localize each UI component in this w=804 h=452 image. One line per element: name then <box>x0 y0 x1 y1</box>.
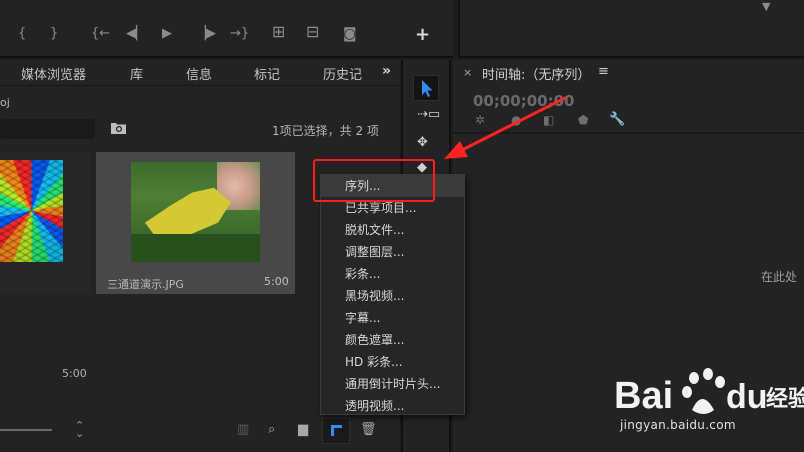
tab-history[interactable]: 历史记 <box>323 64 362 83</box>
new-item-context-menu: 序列... 已共享项目... 脱机文件... 调整图层... 彩条... 黑场视… <box>320 174 465 415</box>
source-monitor-controls: { } {← ◀▏ ▶ ▕▶ →} ⊞ ⊟ ◙ + <box>0 0 453 58</box>
panel-menu-icon[interactable]: ≡ <box>598 64 609 79</box>
item-duration: 5:00 <box>264 275 289 288</box>
marker-icon[interactable]: ⬟ <box>578 113 588 127</box>
svg-text:Bai: Bai <box>614 375 673 417</box>
panel-tabs: 媒体浏览器 库 信息 标记 历史记 » <box>0 60 400 86</box>
play-icon[interactable]: ▶ <box>162 26 172 42</box>
menu-item-hd-bars[interactable]: HD 彩条... <box>321 351 464 373</box>
mark-out-icon[interactable]: } <box>50 26 58 42</box>
tabs-overflow-icon[interactable]: » <box>382 63 391 79</box>
mark-in-icon[interactable]: { <box>18 26 26 42</box>
insert-icon[interactable]: ⊞ <box>272 24 285 40</box>
item-duration: 5:00 <box>62 367 87 380</box>
close-icon[interactable]: × <box>463 66 472 79</box>
chevron-down-icon[interactable]: ▼ <box>762 0 770 13</box>
project-name: oj <box>0 96 10 109</box>
find-icon[interactable]: ⌕ <box>268 422 275 437</box>
annotation-highlight-box <box>313 159 435 202</box>
menu-item-transparent-video[interactable]: 透明视频... <box>321 395 464 417</box>
item-name: 三通道演示.JPG <box>107 278 184 291</box>
drop-hint: 在此处 <box>761 270 798 284</box>
selection-status: 1项已选择，共 2 项 <box>272 124 379 138</box>
step-back-icon[interactable]: ◀▏ <box>126 26 146 42</box>
tab-markers[interactable]: 标记 <box>254 64 280 83</box>
watermark-url: jingyan.baidu.com <box>620 418 736 432</box>
timeline-title: 时间轴:（无序列） <box>482 68 591 83</box>
new-item-button[interactable] <box>322 418 350 444</box>
thumbnail-image <box>131 162 260 262</box>
menu-item-countdown-leader[interactable]: 通用倒计时片头... <box>321 373 464 395</box>
ripple-edit-tool-icon[interactable]: ✥ <box>417 135 428 150</box>
step-forward-icon[interactable]: ▕▶ <box>196 26 216 42</box>
go-to-in-icon[interactable]: {← <box>91 26 110 42</box>
menu-item-adjustment-layer[interactable]: 调整图层... <box>321 241 464 263</box>
annotation-arrow <box>444 96 567 159</box>
menu-item-bars-and-tone[interactable]: 彩条... <box>321 263 464 285</box>
overwrite-icon[interactable]: ⊟ <box>306 24 319 40</box>
menu-item-color-matte[interactable]: 颜色遮罩... <box>321 329 464 351</box>
add-button[interactable]: + <box>415 26 430 44</box>
program-monitor: ▼ <box>458 0 804 58</box>
trash-icon[interactable]: 🗑 <box>360 422 377 437</box>
tab-media-browser[interactable]: 媒体浏览器 <box>21 64 86 83</box>
go-to-out-icon[interactable]: →} <box>230 26 249 42</box>
new-item-icon <box>331 425 342 436</box>
camera-icon[interactable]: ◙ <box>343 26 357 42</box>
project-item-thumbnail[interactable]: 5:00 <box>0 152 90 380</box>
tab-libraries[interactable]: 库 <box>130 64 143 83</box>
svg-text:经验: 经验 <box>766 386 804 412</box>
tab-info[interactable]: 信息 <box>186 64 212 83</box>
automate-to-sequence-icon[interactable]: ▥ <box>237 422 249 437</box>
menu-item-offline-file[interactable]: 脱机文件... <box>321 219 464 241</box>
thumbnail-image <box>0 160 63 262</box>
menu-item-captions[interactable]: 字幕... <box>321 307 464 329</box>
sort-icon[interactable]: ⌃ ⌄ <box>75 420 84 439</box>
new-bin-icon[interactable] <box>111 122 126 134</box>
menu-item-black-video[interactable]: 黑场视频... <box>321 285 464 307</box>
zoom-slider[interactable] <box>0 429 52 431</box>
search-input[interactable] <box>0 119 95 139</box>
svg-text:du: du <box>726 378 768 416</box>
wrench-icon[interactable]: 🔧 <box>609 112 625 127</box>
new-bin-button-icon[interactable]: ▆ <box>298 422 308 437</box>
project-item-thumbnail-selected[interactable]: 三通道演示.JPG 5:00 <box>96 152 295 294</box>
